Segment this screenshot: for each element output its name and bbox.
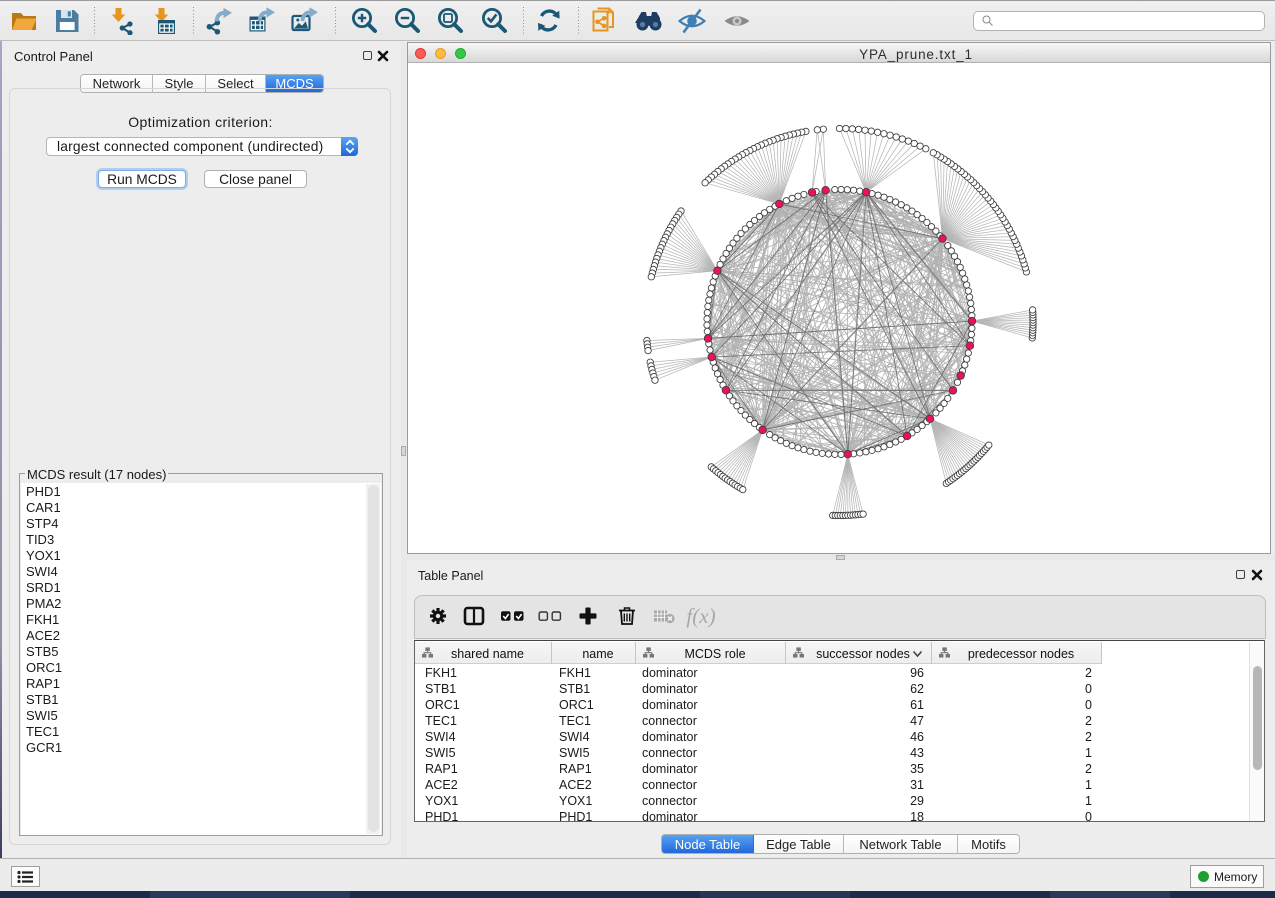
svg-text:f(x): f(x) (686, 604, 715, 628)
